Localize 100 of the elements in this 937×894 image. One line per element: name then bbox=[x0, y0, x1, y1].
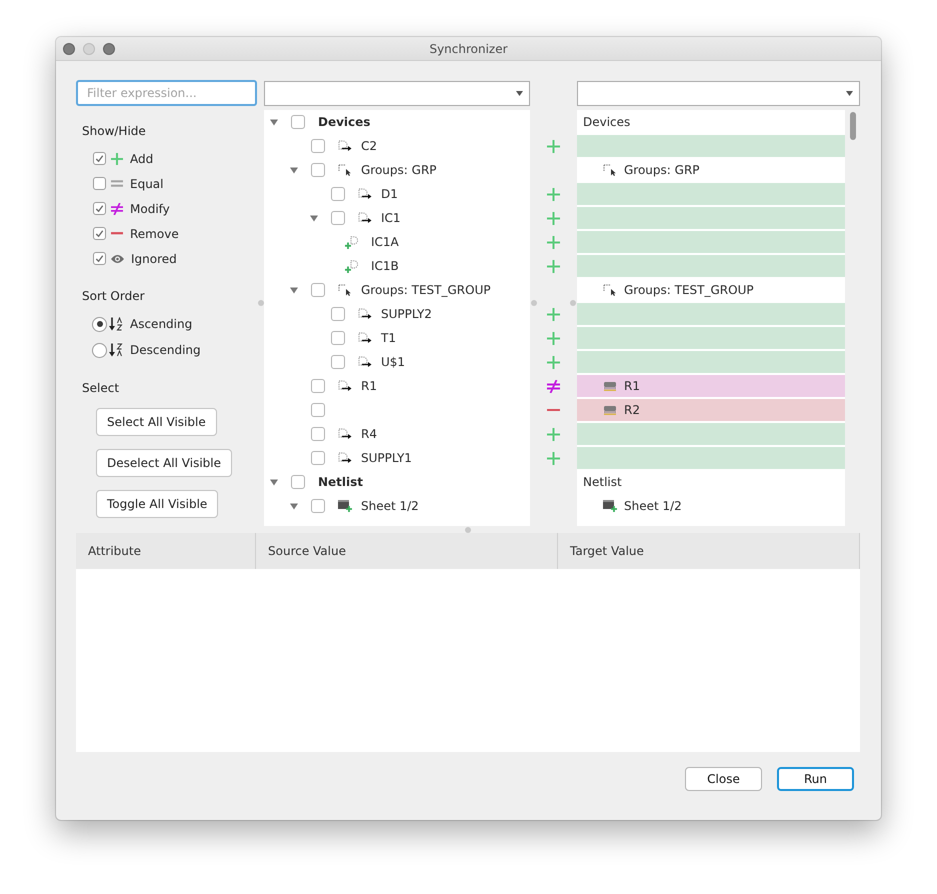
tree-item-label[interactable]: IC1B bbox=[371, 259, 399, 273]
section-title: Sort Order bbox=[81, 288, 145, 304]
select-button[interactable]: Deselect All Visible bbox=[96, 449, 232, 477]
expand-triangle-icon[interactable] bbox=[290, 502, 298, 510]
plus-icon bbox=[111, 152, 123, 164]
tree-item-label[interactable]: IC1A bbox=[371, 235, 399, 249]
tree-item-label[interactable]: T1 bbox=[381, 331, 396, 345]
checkbox[interactable] bbox=[331, 331, 345, 345]
checkbox-label: Remove bbox=[130, 226, 179, 240]
tree-item-label[interactable]: U$1 bbox=[381, 355, 406, 369]
checkbox[interactable] bbox=[93, 177, 106, 190]
sheet-plus-icon bbox=[338, 500, 352, 512]
expand-triangle-icon[interactable] bbox=[270, 118, 278, 126]
gate-arrow-icon bbox=[358, 188, 372, 200]
splitter-handle-icon[interactable] bbox=[570, 300, 576, 306]
checkbox-label: Equal bbox=[130, 176, 164, 190]
sort-ascending-icon bbox=[108, 317, 124, 331]
target-item-label[interactable]: R1 bbox=[624, 379, 640, 393]
checkbox[interactable] bbox=[311, 163, 325, 177]
caret-down-icon bbox=[846, 91, 853, 96]
selection-cursor-icon bbox=[603, 284, 617, 296]
checkbox[interactable] bbox=[311, 451, 325, 465]
chip-icon bbox=[603, 381, 617, 391]
radio-label: Descending bbox=[130, 343, 201, 357]
target-item-label: Devices bbox=[583, 115, 630, 129]
checkbox-label: Ignored bbox=[131, 252, 177, 266]
filter-field[interactable]: Filter expression... bbox=[76, 80, 257, 106]
dialog-button[interactable]: Run bbox=[777, 767, 854, 791]
tree-item-label[interactable]: SUPPLY1 bbox=[361, 451, 412, 465]
checkbox[interactable] bbox=[311, 379, 325, 393]
sort-descending-icon bbox=[108, 343, 124, 357]
checkbox[interactable] bbox=[291, 475, 305, 489]
gate-arrow-icon bbox=[338, 428, 352, 440]
close-button[interactable] bbox=[63, 42, 75, 54]
splitter-handle-icon[interactable] bbox=[465, 526, 471, 532]
target-item-label[interactable]: Groups: TEST_GROUP bbox=[624, 283, 754, 297]
splitter-handle-icon[interactable] bbox=[258, 300, 264, 306]
radio-button[interactable] bbox=[92, 316, 107, 332]
tree-item-label[interactable]: Netlist bbox=[318, 475, 364, 489]
expand-triangle-icon[interactable] bbox=[290, 286, 298, 294]
eye-icon bbox=[111, 254, 124, 264]
radio-button[interactable] bbox=[92, 342, 107, 358]
minimize-button[interactable] bbox=[83, 42, 95, 54]
tree-item-label[interactable]: Groups: GRP bbox=[361, 163, 437, 177]
checkbox[interactable] bbox=[93, 252, 106, 265]
checkbox-label: Add bbox=[130, 152, 154, 166]
tree-item-label[interactable]: R1 bbox=[361, 379, 377, 393]
selection-cursor-icon bbox=[338, 164, 352, 176]
expand-triangle-icon[interactable] bbox=[270, 478, 278, 486]
tree-item-label[interactable]: R4 bbox=[361, 427, 377, 441]
checkbox[interactable] bbox=[331, 211, 345, 225]
gate-arrow-icon bbox=[338, 452, 352, 464]
checkbox[interactable] bbox=[311, 427, 325, 441]
minus-icon bbox=[111, 232, 123, 235]
gate-arrow-icon bbox=[358, 212, 372, 224]
dialog-button[interactable]: Close bbox=[685, 767, 762, 791]
checkbox[interactable] bbox=[311, 403, 325, 417]
equal-icon bbox=[111, 180, 123, 187]
select-button[interactable]: Toggle All Visible bbox=[96, 490, 218, 518]
tree-item-label[interactable]: Groups: TEST_GROUP bbox=[361, 283, 491, 297]
tree-item-label[interactable]: C2 bbox=[361, 139, 378, 153]
dropdown[interactable] bbox=[264, 81, 530, 106]
target-item-label: Netlist bbox=[583, 475, 622, 489]
tree-item-label[interactable]: IC1 bbox=[381, 211, 401, 225]
selection-cursor-icon bbox=[338, 284, 352, 296]
checkbox[interactable] bbox=[311, 139, 325, 153]
tree-item-label[interactable]: Sheet 1/2 bbox=[361, 499, 419, 513]
target-item-label[interactable]: Groups: GRP bbox=[624, 163, 700, 177]
tree-item-label[interactable]: SUPPLY2 bbox=[381, 307, 432, 321]
caret-down-icon bbox=[516, 91, 523, 96]
tree-item-label[interactable]: Devices bbox=[318, 115, 370, 129]
zoom-button[interactable] bbox=[103, 42, 115, 54]
checkbox[interactable] bbox=[331, 307, 345, 321]
gate-arrow-icon bbox=[358, 332, 372, 344]
checkbox-label: Modify bbox=[130, 202, 170, 216]
radio-label: Ascending bbox=[130, 317, 192, 331]
checkbox[interactable] bbox=[331, 187, 345, 201]
gate-arrow-icon bbox=[358, 308, 372, 320]
checkbox[interactable] bbox=[291, 115, 305, 129]
dropdown[interactable] bbox=[577, 81, 860, 106]
gate-plus-icon bbox=[345, 260, 359, 272]
scrollbar-thumb[interactable] bbox=[850, 112, 856, 140]
gate-arrow-icon bbox=[338, 140, 352, 152]
checkbox[interactable] bbox=[311, 283, 325, 297]
target-item-label[interactable]: Sheet 1/2 bbox=[624, 499, 682, 513]
splitter-handle-icon[interactable] bbox=[531, 300, 537, 306]
selection-cursor-icon bbox=[603, 164, 617, 176]
target-item-label[interactable]: R2 bbox=[624, 403, 640, 417]
select-button[interactable]: Select All Visible bbox=[96, 408, 217, 436]
checkbox[interactable] bbox=[93, 202, 106, 215]
checkbox[interactable] bbox=[93, 152, 106, 165]
tree-item-label[interactable]: D1 bbox=[381, 187, 398, 201]
gate-plus-icon bbox=[345, 236, 359, 248]
not-equal-icon bbox=[111, 202, 123, 214]
gate-arrow-icon bbox=[358, 356, 372, 368]
checkbox[interactable] bbox=[311, 499, 325, 513]
expand-triangle-icon[interactable] bbox=[310, 214, 318, 222]
checkbox[interactable] bbox=[331, 355, 345, 369]
expand-triangle-icon[interactable] bbox=[290, 166, 298, 174]
checkbox[interactable] bbox=[93, 227, 106, 240]
